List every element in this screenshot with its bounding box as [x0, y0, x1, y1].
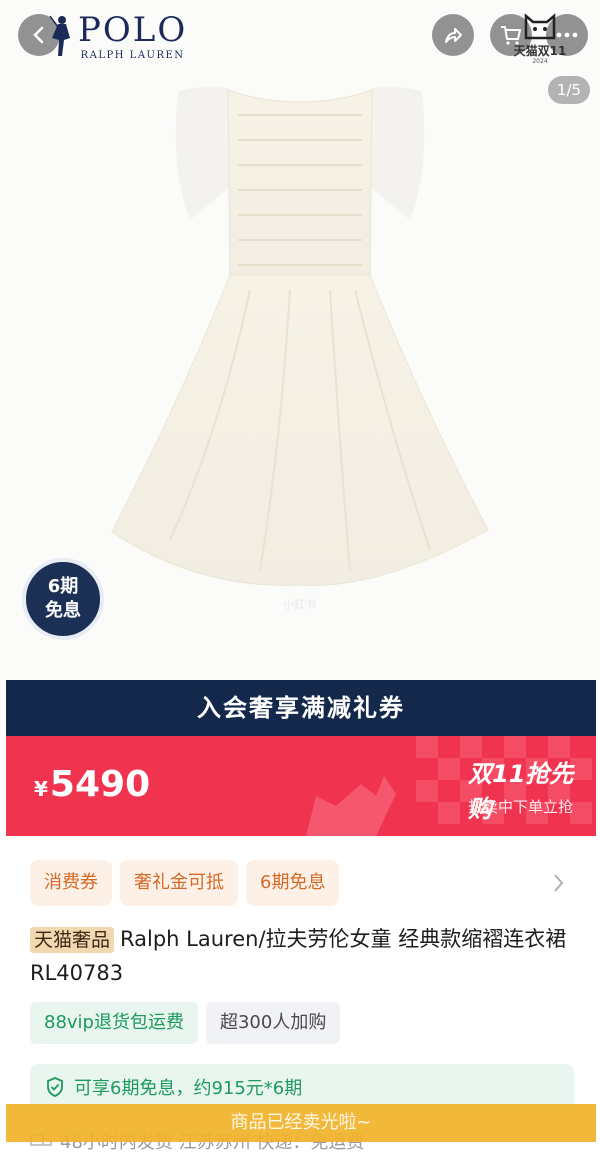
price-bar: ¥ 5490 双11抢先购 热卖中下单立抢: [6, 736, 596, 836]
price-value: 5490: [49, 764, 151, 805]
member-coupon-banner[interactable]: 入会奢享满减礼券: [6, 680, 596, 736]
watermark: 小红书: [283, 598, 316, 611]
brand-tag: 天猫奢品: [30, 927, 115, 953]
tmall-badge-text: 天猫双11: [513, 44, 567, 58]
installment-badge: 6期 免息: [22, 558, 104, 640]
installment-text: 可享6期免息，约915元*6期: [74, 1078, 303, 1099]
service-chips: 88vip退货包运费 超300人加购: [30, 1002, 341, 1044]
installment-badge-line2: 免息: [45, 600, 81, 621]
vip-chip[interactable]: 88vip退货包运费: [30, 1002, 198, 1044]
product-title: 天猫奢品 Ralph Lauren/拉夫劳伦女童 经典款缩褶连衣裙RL40783: [30, 922, 578, 990]
back-icon: [33, 26, 44, 44]
shield-check-icon: [47, 1077, 63, 1097]
benefit-tags[interactable]: 消费券 奢礼金可抵 6期免息: [30, 860, 340, 906]
price: ¥ 5490: [34, 764, 150, 805]
brand-logo: POLO RALPH LAUREN: [48, 12, 187, 61]
chevron-right-icon[interactable]: [552, 872, 566, 894]
tag-luxury-credit[interactable]: 奢礼金可抵: [120, 860, 238, 906]
dress-image: [111, 86, 489, 586]
logo-subtext: RALPH LAUREN: [80, 50, 185, 61]
share-button[interactable]: [432, 14, 474, 56]
popularity-chip: 超300人加购: [205, 1002, 341, 1044]
tmall-double11-badge: 天猫双11 2024: [508, 10, 572, 72]
tmall-badge-year: 2024: [532, 58, 548, 65]
price-currency: ¥: [34, 777, 48, 801]
promo-subtitle: 热卖中下单立抢: [468, 798, 574, 816]
installment-badge-line1: 6期: [47, 576, 79, 597]
tag-coupon[interactable]: 消费券: [30, 860, 112, 906]
product-image-gallery[interactable]: 小红书 POLO RALPH LAUREN 天猫双11 2024 1/5 6期: [0, 0, 600, 680]
tag-installment[interactable]: 6期免息: [246, 860, 340, 906]
sold-out-bar: 商品已经卖光啦~: [6, 1104, 596, 1142]
image-counter: 1/5: [548, 76, 590, 104]
logo-text: POLO: [78, 10, 188, 50]
polo-player-icon: [49, 15, 70, 56]
share-icon: [445, 28, 462, 43]
tmall-cat-icon: [524, 13, 556, 40]
